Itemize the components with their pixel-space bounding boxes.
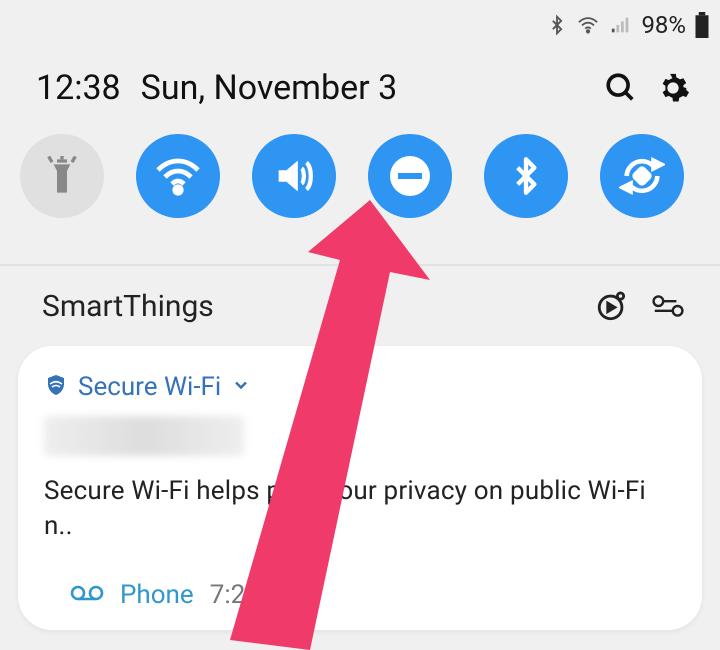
smartthings-title: SmartThings: [42, 289, 574, 324]
flashlight-toggle[interactable]: [20, 134, 104, 218]
panel-header: 12:38 Sun, November 3: [0, 50, 720, 114]
search-icon[interactable]: [602, 69, 640, 107]
clock-time: 12:38: [36, 68, 121, 108]
bluetooth-toggle[interactable]: [484, 134, 568, 218]
drag-handle[interactable]: [340, 240, 380, 246]
quick-settings-row: [0, 114, 720, 228]
signal-status-icon: [609, 14, 633, 36]
media-play-icon[interactable]: [594, 288, 630, 324]
battery-icon: [694, 12, 710, 38]
notification-title-redacted: [44, 416, 244, 456]
chevron-down-icon[interactable]: [231, 375, 251, 399]
notification-body: Secure Wi-Fi helps pr ct your privacy on…: [44, 474, 676, 544]
notification-secure-wifi[interactable]: Secure Wi-Fi Secure Wi-Fi helps pr ct yo…: [18, 346, 702, 630]
battery-percent: 98%: [641, 11, 686, 39]
do-not-disturb-toggle[interactable]: [368, 134, 452, 218]
notification-app-row: Secure Wi-Fi: [44, 372, 676, 402]
panel-date: Sun, November 3: [141, 68, 398, 108]
bluetooth-status-icon: [547, 12, 567, 38]
notification-app-name: Secure Wi-Fi: [78, 372, 221, 402]
gear-icon[interactable]: [654, 69, 692, 107]
smartthings-row[interactable]: SmartThings: [0, 266, 720, 346]
wifi-status-icon: [575, 14, 601, 36]
auto-rotate-toggle[interactable]: [600, 134, 684, 218]
status-bar: 98%: [0, 0, 720, 50]
shield-icon: [44, 372, 68, 402]
sound-toggle[interactable]: [252, 134, 336, 218]
phone-app-name: Phone: [120, 580, 194, 610]
wifi-toggle[interactable]: [136, 134, 220, 218]
notification-phone[interactable]: Phone 7:21 AM: [44, 544, 676, 610]
phone-notification-time: 7:21 AM: [210, 580, 306, 610]
voicemail-icon: [70, 583, 104, 607]
devices-icon[interactable]: [650, 288, 686, 324]
